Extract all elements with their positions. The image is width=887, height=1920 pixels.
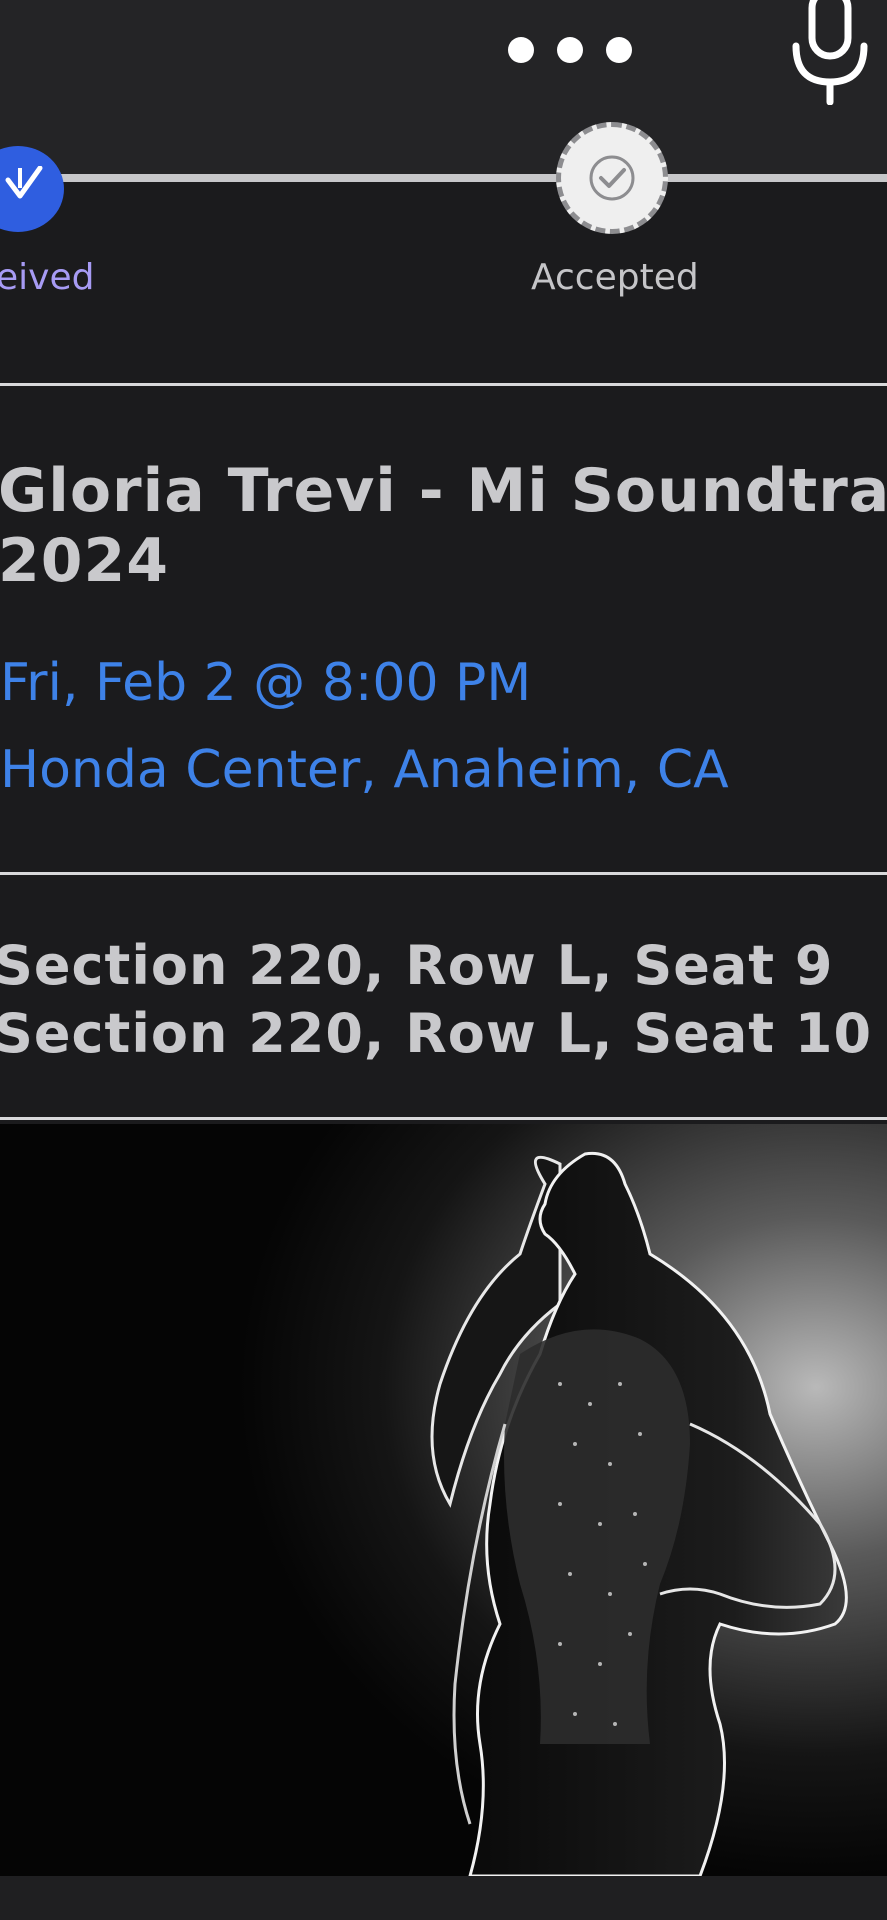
step-accepted-indicator (556, 122, 668, 234)
seat-info: Section 220, Row L, Seat 10 (0, 1002, 873, 1065)
event-date-time[interactable]: Fri, Feb 2 @ 8:00 PM (0, 652, 531, 714)
step-accepted-label: Accepted (531, 257, 699, 298)
event-venue[interactable]: Honda Center, Anaheim, CA (0, 739, 729, 801)
performer-silhouette-photo (0, 1124, 887, 1876)
check-circle-icon (589, 155, 635, 201)
download-check-icon (5, 166, 43, 199)
ticket-transfer-screen: eived Accepted Gloria Trevi - Mi Soundtr… (0, 0, 887, 1920)
seat-info: Section 220, Row L, Seat 9 (0, 934, 834, 997)
microphone-icon (792, 0, 868, 106)
divider (0, 872, 887, 875)
divider (0, 383, 887, 386)
event-hero-image (0, 1124, 887, 1876)
progress-track (0, 174, 887, 182)
top-bar (0, 0, 887, 174)
bottom-strip (0, 1876, 887, 1920)
more-options-button[interactable] (508, 28, 632, 72)
step-received-label: eived (0, 257, 95, 298)
microphone-button[interactable] (790, 0, 870, 106)
divider (0, 1117, 887, 1120)
more-horizontal-icon (508, 37, 534, 63)
event-title: Gloria Trevi - Mi Soundtrac 2024 (0, 456, 887, 596)
